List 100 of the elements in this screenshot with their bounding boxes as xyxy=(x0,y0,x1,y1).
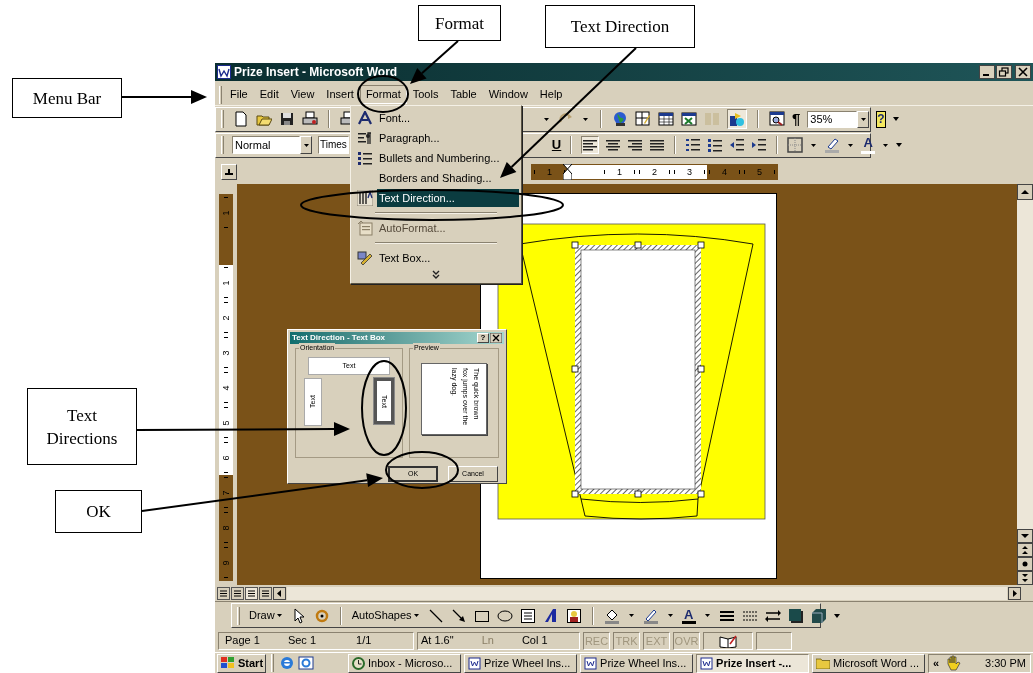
toolbar-options-icon[interactable] xyxy=(892,117,899,121)
dropdown-caret-icon[interactable] xyxy=(413,614,419,617)
dropdown-caret-icon[interactable] xyxy=(667,614,673,617)
taskbar-button[interactable]: Microsoft Word ... xyxy=(812,653,926,673)
font-color-button[interactable]: A xyxy=(683,607,694,621)
folder-icon[interactable] xyxy=(816,657,831,669)
menu-title[interactable]: View xyxy=(284,85,321,104)
browse-object-button[interactable] xyxy=(1017,557,1033,571)
help-button[interactable]: ? xyxy=(876,110,886,128)
cube-icon[interactable] xyxy=(810,607,827,624)
indent-marker-icon[interactable] xyxy=(563,164,572,180)
dropdown-caret-icon[interactable] xyxy=(848,143,854,147)
taskbar-button[interactable]: Inbox - Microso... xyxy=(348,653,462,673)
menu-item[interactable]: Text Box... xyxy=(377,249,519,267)
dropdown-caret-icon[interactable] xyxy=(883,143,889,147)
highlighter-icon[interactable] xyxy=(824,137,841,153)
text-box-icon[interactable] xyxy=(519,607,536,624)
menu-item[interactable]: Bullets and Numbering... xyxy=(377,149,519,167)
close-button[interactable] xyxy=(1015,65,1031,79)
bullet-list-icon[interactable] xyxy=(358,151,372,165)
style-dropdown-button[interactable] xyxy=(300,136,312,154)
line-icon[interactable] xyxy=(427,607,444,624)
restore-button[interactable] xyxy=(996,65,1012,79)
spreadsheet-icon[interactable] xyxy=(681,111,697,127)
double-chevron-icon[interactable] xyxy=(432,270,440,279)
menu-title[interactable]: Window xyxy=(482,85,534,104)
printer-page-icon[interactable] xyxy=(302,111,318,127)
drawing-icon[interactable] xyxy=(729,111,745,127)
increase-indent-icon[interactable] xyxy=(751,137,768,153)
menu-title[interactable]: Insert xyxy=(320,85,360,104)
decrease-indent-icon[interactable] xyxy=(729,137,746,153)
document-map-icon[interactable] xyxy=(769,111,785,127)
dropdown-caret-icon[interactable] xyxy=(303,143,309,147)
align-right-icon[interactable] xyxy=(627,137,644,153)
bullet-list-icon[interactable] xyxy=(707,137,724,153)
hand-icon[interactable] xyxy=(945,655,962,671)
numbered-list-icon[interactable] xyxy=(685,137,702,153)
previous-page-button[interactable] xyxy=(1017,543,1033,557)
toolbar-options-icon[interactable] xyxy=(833,613,840,618)
desktop-icon[interactable] xyxy=(298,655,315,671)
table-pencil-icon[interactable] xyxy=(635,111,651,127)
table-icon[interactable] xyxy=(658,111,674,127)
clip-art-icon[interactable] xyxy=(565,607,582,624)
shadow-icon[interactable] xyxy=(787,607,804,624)
taskbar-button[interactable]: Prize Wheel Ins... xyxy=(580,653,694,673)
scroll-left-button[interactable] xyxy=(273,586,286,600)
menu-title[interactable]: Tools xyxy=(406,85,445,104)
scroll-down-button[interactable] xyxy=(1017,529,1033,543)
font-icon[interactable] xyxy=(358,111,372,125)
arrow-icon[interactable] xyxy=(450,607,467,624)
normal-view-button[interactable] xyxy=(217,586,230,600)
wordart-icon[interactable] xyxy=(542,607,559,624)
horizontal-scrollbar[interactable] xyxy=(287,586,1007,600)
border-icon[interactable] xyxy=(787,137,804,153)
menu-title[interactable]: Table xyxy=(444,85,483,104)
taskbar-button[interactable]: Prize Wheel Ins... xyxy=(464,653,578,673)
dropdown-caret-icon[interactable] xyxy=(628,614,634,617)
menu-title[interactable]: Edit xyxy=(253,85,285,104)
scroll-up-button[interactable] xyxy=(1017,184,1033,200)
minimize-button[interactable] xyxy=(979,65,995,79)
next-page-button[interactable] xyxy=(1017,571,1033,585)
justify-icon[interactable] xyxy=(649,137,666,153)
toolbar-options-icon[interactable] xyxy=(896,143,903,147)
dropdown-caret-icon[interactable] xyxy=(811,143,817,147)
taskbar-button[interactable]: Prize Insert -... xyxy=(696,653,810,673)
underline-button[interactable]: U xyxy=(551,137,562,153)
print-view-button[interactable] xyxy=(245,586,258,600)
text-box-pencil-icon[interactable] xyxy=(357,250,373,266)
zoom-field[interactable]: 35% xyxy=(807,110,858,128)
new-document-icon[interactable] xyxy=(233,111,249,127)
align-center-icon[interactable] xyxy=(605,137,622,153)
web-view-button[interactable] xyxy=(231,586,244,600)
autoshapes-menu-button[interactable]: AutoShapes xyxy=(351,607,412,624)
oval-icon[interactable] xyxy=(496,607,513,624)
vertical-scrollbar[interactable] xyxy=(1017,184,1033,585)
browser-icon[interactable] xyxy=(279,655,296,671)
menu-item[interactable]: Paragraph... xyxy=(377,129,519,147)
show-formatting-button[interactable]: ¶ xyxy=(792,111,801,127)
arrow-style-icon[interactable] xyxy=(764,607,781,624)
word-document-icon[interactable] xyxy=(468,656,482,670)
dropdown-caret-icon[interactable] xyxy=(544,117,549,121)
paragraph-icon[interactable] xyxy=(358,131,372,145)
selected-text-box[interactable] xyxy=(571,241,705,498)
globe-icon[interactable] xyxy=(612,111,628,127)
tab-selector[interactable] xyxy=(221,164,237,180)
outline-view-button[interactable] xyxy=(259,586,272,600)
word-document-icon[interactable] xyxy=(700,656,714,670)
dropdown-caret-icon[interactable] xyxy=(276,614,282,617)
style-field[interactable]: Normal xyxy=(232,136,300,154)
menu-title[interactable]: Help xyxy=(533,85,569,104)
close-button[interactable] xyxy=(490,333,502,343)
menu-title[interactable]: File xyxy=(224,85,254,104)
dropdown-caret-icon[interactable] xyxy=(583,117,588,121)
dropdown-caret-icon[interactable] xyxy=(704,614,710,617)
clock-icon[interactable] xyxy=(352,656,366,670)
font-field[interactable]: Times xyxy=(318,136,349,154)
menu-item[interactable]: Font... xyxy=(377,109,519,127)
start-button[interactable]: Start xyxy=(217,653,267,673)
book-check-icon[interactable] xyxy=(719,633,737,648)
draw-menu-button[interactable]: Draw xyxy=(249,607,275,624)
